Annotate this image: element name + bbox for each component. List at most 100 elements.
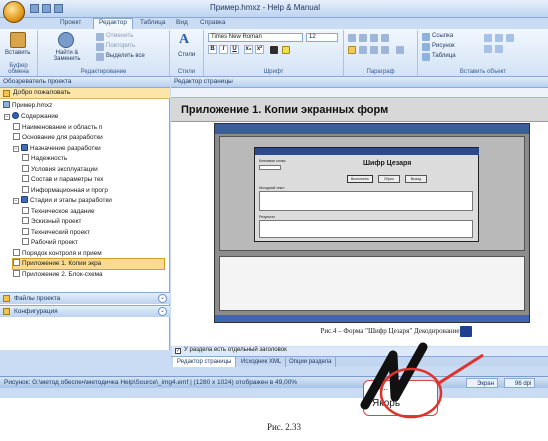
insert-variable-icon[interactable] xyxy=(484,45,492,53)
align-left-icon[interactable] xyxy=(348,46,356,54)
select-all-icon[interactable] xyxy=(96,53,104,61)
topic-title[interactable]: Приложение 1. Копии экранных форм xyxy=(181,104,388,116)
exit-button[interactable]: Выход xyxy=(405,175,427,183)
outdent-icon[interactable] xyxy=(370,34,378,42)
table-label[interactable]: Таблица xyxy=(432,53,456,59)
link-icon[interactable] xyxy=(422,33,430,41)
undo-label[interactable]: Отменить xyxy=(106,33,133,39)
project-root[interactable]: Пример.hmxz xyxy=(3,101,52,111)
source-text-area[interactable] xyxy=(259,191,473,211)
tab-project[interactable]: Проект xyxy=(60,19,81,26)
paste-icon[interactable] xyxy=(10,32,26,48)
superscript-button[interactable]: x² xyxy=(255,45,264,54)
underline-button[interactable]: U xyxy=(230,45,239,54)
key-input[interactable] xyxy=(259,165,281,170)
tab-view[interactable]: Вид xyxy=(176,19,188,26)
redo-small-icon[interactable] xyxy=(96,43,104,51)
tree-item[interactable]: Наименование и область п xyxy=(13,122,164,133)
justify-icon[interactable] xyxy=(381,46,389,54)
picture-icon[interactable] xyxy=(422,43,430,51)
editor-header: Редактор страницы xyxy=(171,77,548,88)
welcome-item[interactable]: Добро пожаловать xyxy=(0,88,170,99)
collapse-toggle-icon[interactable]: − xyxy=(13,145,19,152)
tree-item[interactable]: − Назначение разработки xyxy=(13,143,164,154)
collapse-toggle-icon[interactable]: − xyxy=(4,114,10,120)
project-root-icon xyxy=(3,101,10,108)
red-arrow xyxy=(438,353,484,385)
insert-symbol-icon[interactable] xyxy=(495,45,503,53)
ruler xyxy=(171,88,548,98)
project-explorer-title: Обозреватель проекта xyxy=(3,78,72,85)
numbered-list-icon[interactable] xyxy=(359,34,367,42)
insert-toggle-icon[interactable] xyxy=(506,34,514,42)
tree-item[interactable]: Технический проект xyxy=(22,227,164,238)
picture-label[interactable]: Рисунок xyxy=(432,43,455,49)
font-color-icon[interactable] xyxy=(270,46,278,54)
highlight-icon[interactable] xyxy=(282,46,290,54)
tab-table[interactable]: Таблица xyxy=(140,19,166,26)
styles-label[interactable]: Стили xyxy=(178,52,195,58)
font-size-select[interactable]: 12 xyxy=(306,33,338,42)
tab-page-editor[interactable]: Редактор страницы xyxy=(173,357,237,367)
status-dpi-button[interactable]: 96 dpi xyxy=(504,378,536,388)
bullet-list-icon[interactable] xyxy=(348,34,356,42)
link-label[interactable]: Ссылка xyxy=(432,33,453,39)
tree-item[interactable]: Рабочий проект xyxy=(22,238,164,248)
separate-heading-checkbox[interactable]: ✓ xyxy=(175,348,181,354)
styles-icon[interactable]: A xyxy=(179,32,189,48)
bold-button[interactable]: B xyxy=(208,45,217,54)
indent-icon[interactable] xyxy=(381,34,389,42)
panel-project-files[interactable]: Файлы проекта ⌄ xyxy=(0,292,170,304)
font-name-select[interactable]: Times New Roman xyxy=(208,33,303,42)
tree-item[interactable]: Состав и параметры тех xyxy=(22,175,164,185)
embedded-screenshot[interactable]: Шифр Цезаря Ключевое слово Выполнить Сбр… xyxy=(214,123,530,323)
page-icon xyxy=(22,238,29,245)
result-text-area[interactable] xyxy=(259,220,473,238)
tree-item[interactable]: − Содержание xyxy=(4,112,164,122)
tree-item-selected[interactable]: Приложение 1. Копии экра xyxy=(12,258,165,270)
reset-button[interactable]: Сброс xyxy=(378,175,400,183)
insert-media-icon[interactable] xyxy=(495,34,503,42)
align-center-icon[interactable] xyxy=(359,46,367,54)
find-icon[interactable] xyxy=(58,32,74,48)
expand-config-icon[interactable]: ⌄ xyxy=(158,307,167,316)
italic-button[interactable]: I xyxy=(219,45,228,54)
subscript-button[interactable]: x₂ xyxy=(244,45,253,54)
tree-item[interactable]: − Стадии и этапы разработки xyxy=(13,196,164,206)
tree-item[interactable]: Порядок контроля и прием xyxy=(13,248,164,259)
tree-item[interactable]: Основание для разработки xyxy=(13,133,164,143)
tree-item[interactable]: Информационная и прогр xyxy=(22,185,164,196)
collapse-toggle-icon[interactable]: − xyxy=(13,198,19,204)
tab-xml-source[interactable]: Исходник XML xyxy=(237,357,287,367)
tab-help[interactable]: Справка xyxy=(200,19,226,26)
table-icon[interactable] xyxy=(422,53,430,61)
project-explorer-header: Обозреватель проекта xyxy=(0,77,170,88)
help-icon xyxy=(12,112,19,119)
undo-icon[interactable] xyxy=(42,4,51,13)
tab-topic-options[interactable]: Опции раздела xyxy=(285,357,337,367)
align-right-icon[interactable] xyxy=(370,46,378,54)
redo-label[interactable]: Повторить xyxy=(106,43,135,49)
tree-item[interactable]: Условия эксплуатации xyxy=(22,164,164,175)
tree-item[interactable]: Надежность xyxy=(22,154,164,164)
tree-item-label: Техническое задание xyxy=(31,207,95,215)
tree-item[interactable]: Приложение 2. Блок-схема xyxy=(13,269,164,280)
source-label: Исходный текст xyxy=(259,186,285,190)
expand-files-icon[interactable]: ⌄ xyxy=(158,294,167,303)
undo-small-icon[interactable] xyxy=(96,33,104,41)
tree-item[interactable]: Техническое задание xyxy=(22,206,164,217)
tree-item-label: Основание для разработки xyxy=(22,134,103,141)
save-icon[interactable] xyxy=(30,4,39,13)
panel-configuration[interactable]: Конфигурация ⌄ xyxy=(0,305,170,317)
paragraph-mark-icon[interactable] xyxy=(396,46,404,54)
tree-item[interactable]: Эскизный проект xyxy=(22,217,164,227)
select-all-label[interactable]: Выделить все xyxy=(106,53,145,59)
insert-object-icon[interactable] xyxy=(484,34,492,42)
tree-item-label: Информационная и прогр xyxy=(31,186,108,194)
separate-heading-label: У раздела есть отдельный заголовок xyxy=(184,347,287,353)
tab-editor[interactable]: Редактор xyxy=(93,18,133,29)
redo-icon[interactable] xyxy=(54,4,63,13)
find-replace-label[interactable]: Найти & Заменить xyxy=(44,50,90,62)
execute-button[interactable]: Выполнить xyxy=(347,175,373,183)
embedded-back-window: Шифр Цезаря Ключевое слово Выполнить Сбр… xyxy=(219,136,525,251)
